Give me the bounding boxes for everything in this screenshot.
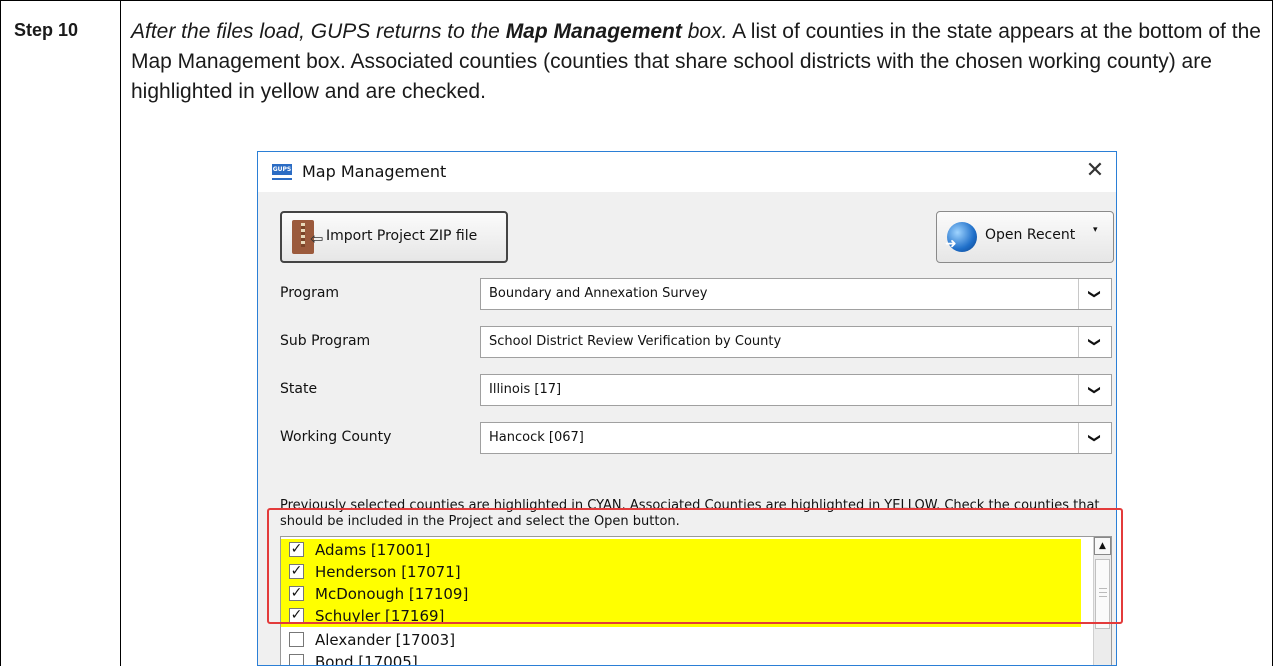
table-left-border: [0, 0, 1, 666]
county-list-scrollbar[interactable]: ▲: [1093, 537, 1111, 665]
table-top-border: [0, 0, 1273, 1]
county-checkbox[interactable]: ✓: [289, 608, 304, 623]
county-row[interactable]: ✓ McDonough [17109]: [281, 583, 1081, 605]
county-checkbox[interactable]: ✓: [289, 564, 304, 579]
county-checkbox[interactable]: [289, 632, 304, 647]
county-checkbox[interactable]: ✓: [289, 586, 304, 601]
county-row[interactable]: ✓ Henderson [17071]: [281, 561, 1081, 583]
county-name: Adams [17001]: [315, 541, 431, 559]
county-list[interactable]: ✓ Adams [17001] ✓ Henderson [17071] ✓ Mc…: [280, 536, 1112, 666]
county-name: McDonough [17109]: [315, 585, 469, 603]
county-checkbox[interactable]: [289, 654, 304, 665]
import-project-zip-button[interactable]: ⇦ Import Project ZIP file: [280, 211, 508, 263]
scroll-up-arrow-icon[interactable]: ▲: [1094, 537, 1111, 555]
open-recent-label: Open Recent: [985, 227, 1076, 243]
county-row[interactable]: Alexander [17003]: [281, 629, 1081, 651]
program-value: Boundary and Annexation Survey: [489, 286, 708, 301]
county-name: Schuyler [17169]: [315, 607, 445, 625]
close-icon: ✕: [1085, 158, 1105, 183]
dialog-titlebar: GUPS Map Management ✕: [258, 152, 1116, 192]
state-label: State: [280, 381, 318, 397]
county-row[interactable]: ✓ Schuyler [17169]: [281, 605, 1081, 627]
working-county-select[interactable]: Hancock [067] ❯: [480, 422, 1112, 454]
sub-program-label: Sub Program: [280, 333, 371, 349]
dropdown-caret-icon: ▾: [1093, 225, 1098, 235]
import-arrow-icon: ⇦: [310, 229, 324, 248]
county-row[interactable]: ✓ Adams [17001]: [281, 539, 1081, 561]
county-checkbox[interactable]: ✓: [289, 542, 304, 557]
program-label: Program: [280, 285, 340, 301]
globe-icon: ➜: [945, 222, 977, 252]
step-description: After the files load, GUPS returns to th…: [131, 17, 1261, 107]
sub-program-select[interactable]: School District Review Verification by C…: [480, 326, 1112, 358]
chevron-down-icon: ❯: [1078, 375, 1111, 405]
sub-program-value: School District Review Verification by C…: [489, 334, 782, 349]
chevron-down-icon: ❯: [1078, 327, 1111, 357]
close-button[interactable]: ✕: [1080, 156, 1110, 186]
import-button-label: Import Project ZIP file: [326, 228, 478, 244]
working-county-value: Hancock [067]: [489, 430, 584, 445]
county-selection-note: Previously selected counties are highlig…: [280, 498, 1100, 529]
county-name: Bond [17005]: [315, 653, 418, 666]
open-recent-button[interactable]: ➜ Open Recent ▾: [936, 211, 1114, 263]
map-management-emphasis: Map Management: [505, 20, 682, 43]
scrollbar-thumb[interactable]: [1095, 559, 1110, 629]
step-label: Step 10: [14, 20, 79, 40]
program-select[interactable]: Boundary and Annexation Survey ❯: [480, 278, 1112, 310]
chevron-down-icon: ❯: [1078, 423, 1111, 453]
working-county-label: Working County: [280, 429, 392, 445]
table-column-divider: [120, 0, 121, 666]
dialog-title: Map Management: [302, 162, 447, 181]
county-name: Alexander [17003]: [315, 631, 456, 649]
county-row[interactable]: Bond [17005]: [281, 651, 1081, 666]
map-management-dialog: GUPS Map Management ✕ ⇦ Import Project Z…: [257, 151, 1117, 666]
chevron-down-icon: ❯: [1078, 279, 1111, 309]
description-lead: After the files load, GUPS returns to th…: [131, 20, 728, 43]
state-select[interactable]: Illinois [17] ❯: [480, 374, 1112, 406]
state-value: Illinois [17]: [489, 382, 562, 397]
county-name: Henderson [17071]: [315, 563, 461, 581]
gups-app-icon: GUPS: [272, 164, 292, 180]
